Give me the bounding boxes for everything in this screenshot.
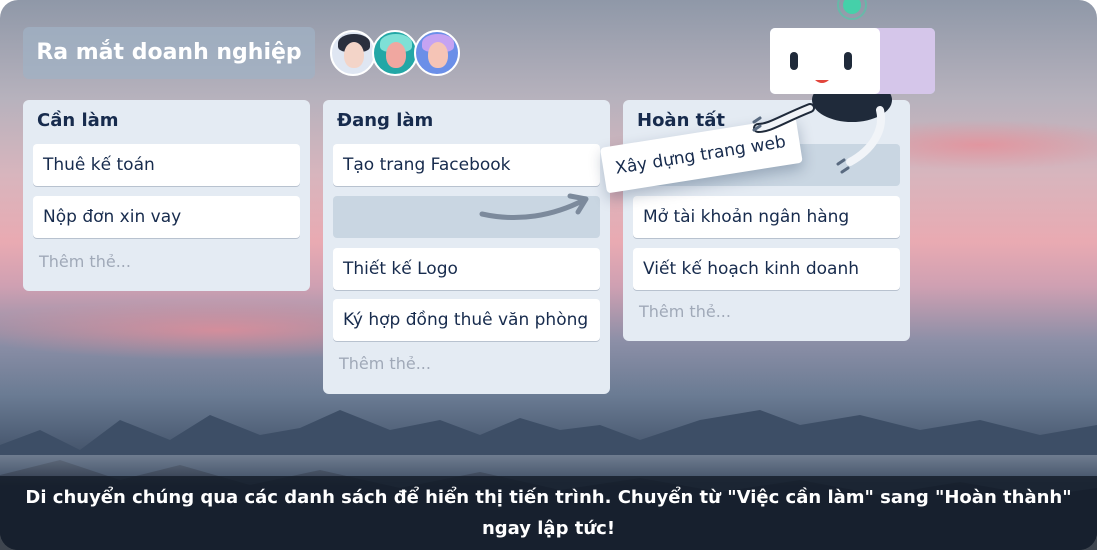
list-doing: Đang làm Tạo trang Facebook Thiết kế Log… [323, 100, 610, 394]
add-card-link[interactable]: Thêm thẻ... [339, 354, 431, 373]
card[interactable]: Tạo trang Facebook [333, 144, 600, 186]
list-title: Hoàn tất [637, 110, 726, 131]
card[interactable]: Thuê kế toán [33, 144, 300, 186]
avatar[interactable] [414, 30, 460, 76]
card[interactable]: Viết kế hoạch kinh doanh [633, 248, 900, 290]
add-card-link[interactable]: Thêm thẻ... [639, 302, 731, 321]
card[interactable]: Ký hợp đồng thuê văn phòng [333, 299, 600, 341]
robot-mascot-icon [752, 0, 935, 174]
card[interactable]: Nộp đơn xin vay [33, 196, 300, 238]
list-todo: Cần làm Thuê kế toán Nộp đơn xin vay Thê… [23, 100, 310, 291]
list-title: Cần làm [37, 110, 119, 131]
add-card-link[interactable]: Thêm thẻ... [39, 252, 131, 271]
caption-banner: Di chuyển chúng qua các danh sách để hiể… [0, 476, 1097, 550]
card[interactable]: Mở tài khoản ngân hàng [633, 196, 900, 238]
move-arrow-icon [479, 193, 589, 221]
avatar[interactable] [330, 30, 376, 76]
board-title[interactable]: Ra mắt doanh nghiệp [23, 27, 315, 79]
card[interactable]: Thiết kế Logo [333, 248, 600, 290]
avatar[interactable] [372, 30, 418, 76]
list-title: Đang làm [337, 110, 434, 131]
